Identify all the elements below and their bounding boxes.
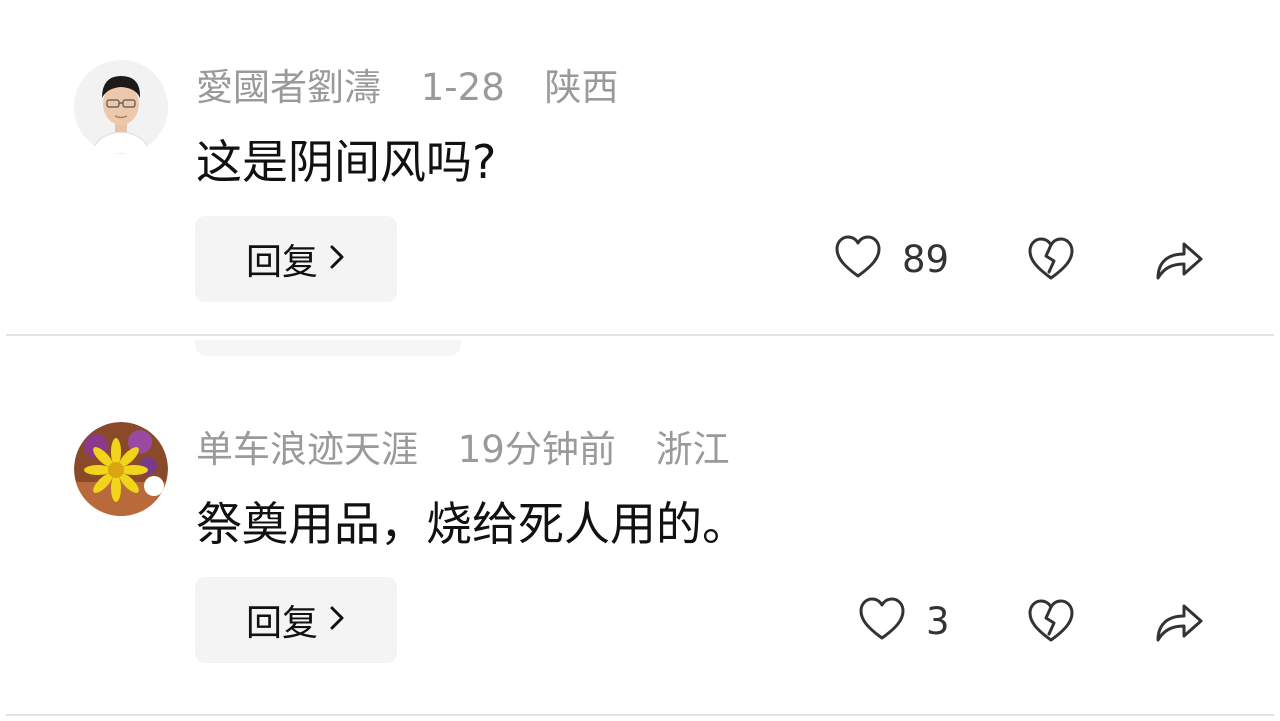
chevron-right-icon xyxy=(328,600,346,641)
divider xyxy=(6,714,1274,716)
broken-heart-icon xyxy=(1027,598,1075,648)
heart-outline-icon xyxy=(858,596,906,646)
comment-item: 单车浪迹天涯 19分钟前 浙江 祭奠用品，烧给死人用的。 回复 3 xyxy=(0,0,1280,721)
share-button[interactable] xyxy=(1154,598,1204,648)
username[interactable]: 单车浪迹天涯 xyxy=(196,428,418,471)
comment-time: 19分钟前 xyxy=(457,428,616,471)
avatar[interactable] xyxy=(74,422,168,516)
like-count: 3 xyxy=(926,599,950,643)
like-button[interactable]: 3 xyxy=(858,596,950,646)
reply-button[interactable]: 回复 xyxy=(195,577,397,663)
comment-text: 祭奠用品，烧给死人用的。 xyxy=(196,497,748,551)
reply-label: 回复 xyxy=(245,603,318,644)
comment-location: 浙江 xyxy=(655,428,730,471)
dislike-button[interactable] xyxy=(1027,598,1075,648)
comment-meta: 单车浪迹天涯 19分钟前 浙江 xyxy=(196,428,758,472)
share-arrow-icon xyxy=(1154,598,1204,648)
